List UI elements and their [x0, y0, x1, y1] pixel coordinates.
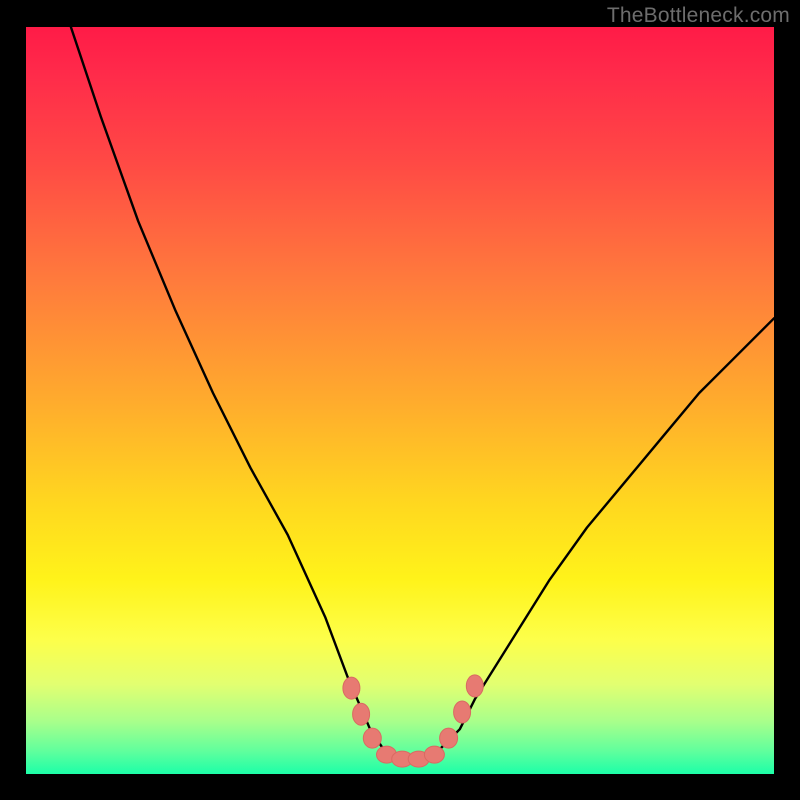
watermark-text: TheBottleneck.com	[607, 4, 790, 28]
marker-dot	[424, 746, 444, 763]
curve-markers	[343, 675, 483, 767]
marker-dot	[466, 675, 483, 697]
marker-dot	[363, 728, 381, 748]
bottleneck-curve	[26, 27, 774, 774]
marker-dot	[454, 701, 471, 723]
plot-area	[26, 27, 774, 774]
marker-dot	[353, 703, 370, 725]
marker-dot	[343, 677, 360, 699]
curve-path	[71, 27, 774, 759]
marker-dot	[440, 728, 458, 748]
chart-frame: TheBottleneck.com	[0, 0, 800, 800]
